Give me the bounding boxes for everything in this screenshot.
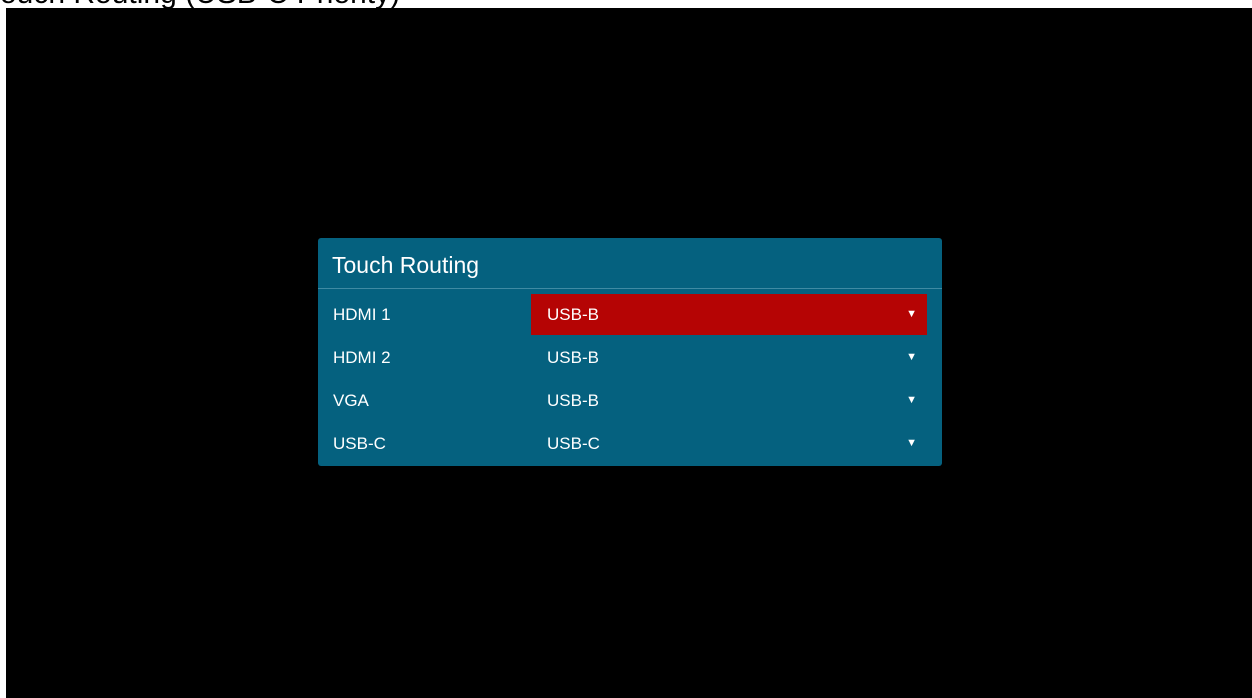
select-value: USB-B bbox=[547, 305, 599, 324]
select-value: USB-C bbox=[547, 434, 600, 453]
top-caption: ouch Routing (USB-C Priority) bbox=[0, 0, 400, 8]
hdmi-1-source-select[interactable]: USB-B ▼ bbox=[531, 294, 927, 335]
triangle-down-icon: ▼ bbox=[906, 351, 917, 363]
row-label: HDMI 2 bbox=[333, 348, 391, 367]
page: ouch Routing (USB-C Priority) Touch Rout… bbox=[0, 0, 1252, 698]
routing-row-vga: VGA USB-B ▼ bbox=[318, 379, 942, 422]
triangle-down-icon: ▼ bbox=[906, 437, 917, 449]
touch-routing-dialog: Touch Routing HDMI 1 USB-B ▼ HDMI 2 USB-… bbox=[318, 238, 942, 466]
hdmi-2-source-select[interactable]: USB-B ▼ bbox=[531, 337, 927, 378]
usb-c-source-select[interactable]: USB-C ▼ bbox=[531, 423, 927, 464]
routing-row-usb-c: USB-C USB-C ▼ bbox=[318, 422, 942, 465]
vga-source-select[interactable]: USB-B ▼ bbox=[531, 380, 927, 421]
row-label: HDMI 1 bbox=[333, 305, 391, 324]
row-label: VGA bbox=[333, 391, 369, 410]
select-value: USB-B bbox=[547, 348, 599, 367]
routing-rows: HDMI 1 USB-B ▼ HDMI 2 USB-B ▼ VGA USB-B … bbox=[318, 293, 942, 465]
dialog-divider bbox=[318, 288, 942, 289]
display-screen: Touch Routing HDMI 1 USB-B ▼ HDMI 2 USB-… bbox=[6, 8, 1252, 698]
routing-row-hdmi-2: HDMI 2 USB-B ▼ bbox=[318, 336, 942, 379]
select-value: USB-B bbox=[547, 391, 599, 410]
triangle-down-icon: ▼ bbox=[906, 308, 917, 320]
dialog-title: Touch Routing bbox=[332, 252, 480, 278]
row-label: USB-C bbox=[333, 434, 386, 453]
triangle-down-icon: ▼ bbox=[906, 394, 917, 406]
routing-row-hdmi-1: HDMI 1 USB-B ▼ bbox=[318, 293, 942, 336]
